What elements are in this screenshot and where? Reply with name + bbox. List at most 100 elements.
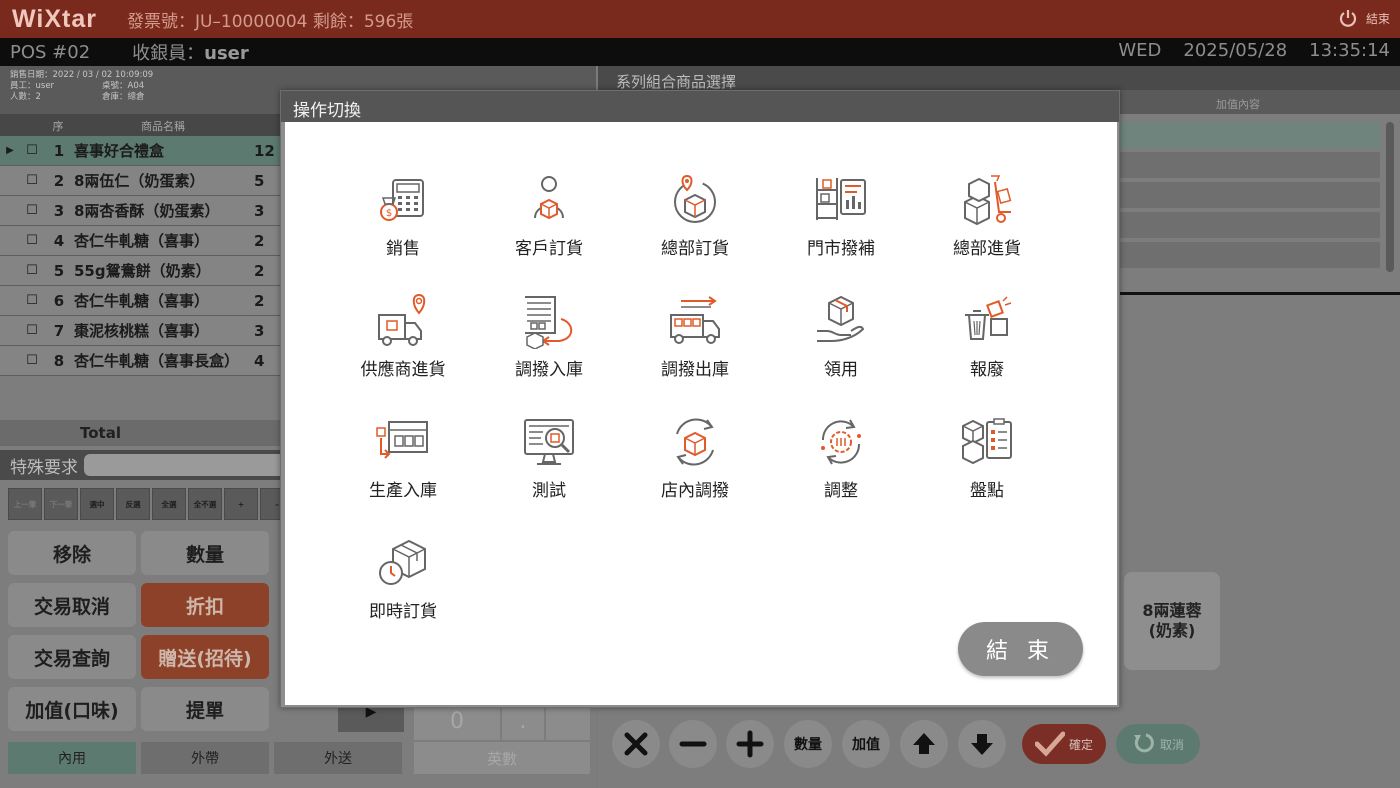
op-hq-purchase[interactable]: 總部進貨 [917,172,1057,272]
brand-logo: WiXtar [12,4,97,33]
op-transfer-out-label: 調撥出庫 [661,360,729,380]
alphanumeric-key[interactable]: 英數 [414,742,590,774]
cancel-transaction-button[interactable]: 交易取消 [8,583,136,627]
prev-row-button[interactable]: 上一筆 [8,488,42,520]
flavor-addon-button[interactable]: 加值(口味) [8,687,136,731]
customer-order-icon [534,176,564,220]
cashier-name: user [204,43,249,64]
list-item[interactable] [1118,212,1380,238]
select-button[interactable]: 選中 [80,488,114,520]
exit-button[interactable]: 結束 [1338,8,1390,28]
list-item[interactable] [1118,182,1380,208]
row-checkbox[interactable]: ☐ [20,143,44,158]
increment-button[interactable]: + [224,488,258,520]
move-up-button[interactable] [900,720,948,768]
row-checkbox[interactable]: ☐ [20,173,44,188]
row-pointer-icon: ▶ [6,145,14,156]
store-replenish-icon [816,178,866,220]
discount-button[interactable]: 折扣 [141,583,269,627]
op-production-in[interactable]: 生產入庫 [333,414,473,514]
query-transaction-button[interactable]: 交易查詢 [8,635,136,679]
instant-order-icon [379,539,426,585]
op-adjust-label: 調整 [824,481,858,501]
cancel-button[interactable]: 取消 [1116,724,1200,764]
op-scrap[interactable]: 報廢 [917,293,1057,393]
invert-select-button[interactable]: 反選 [116,488,150,520]
weekday: WED [1118,40,1162,61]
gift-button[interactable]: 贈送(招待) [141,635,269,679]
op-supplier-delivery[interactable]: 供應商進貨 [333,293,473,393]
pickup-button[interactable]: 提單 [141,687,269,731]
op-hq-order[interactable]: 總部訂貨 [625,172,765,272]
date: 2025/05/28 [1183,40,1288,61]
title-bar: WiXtar 發票號：JU–10000004 剩餘：596張 結束 [0,0,1400,38]
minus-icon [679,741,707,747]
takeout-tab[interactable]: 外帶 [141,742,269,774]
op-transfer-in[interactable]: 調撥入庫 [479,293,619,393]
list-item[interactable] [1118,242,1380,268]
product-card-label: 8兩蓮蓉 (奶素) [1142,601,1202,640]
remove-button[interactable]: 移除 [8,531,136,575]
op-instant-order[interactable]: 即時訂貨 [333,535,473,635]
delete-item-button[interactable] [612,720,660,768]
op-supplier-delivery-label: 供應商進貨 [360,360,446,380]
plus-button[interactable] [726,720,774,768]
close-dialog-button[interactable]: 結 束 [958,622,1083,676]
op-test[interactable]: 測試 [479,414,619,514]
sale-date: 銷售日期：2022 / 03 / 02 10:09:09 [10,70,154,80]
test-icon [524,419,574,465]
delivery-tab[interactable]: 外送 [274,742,402,774]
warehouse: 倉庫：總倉 [102,92,145,102]
operation-switch-dialog: 操作切換 $ 銷售 客戶訂貨 總部訂貨 門市撥補 總部進貨 供應商進貨 調撥入庫… [280,90,1120,708]
time: 13:35:14 [1309,40,1390,61]
scrollbar[interactable] [1386,122,1394,272]
quantity-button[interactable]: 數量 [141,531,269,575]
op-adjust[interactable]: 調整 [771,414,911,514]
op-store-replenish[interactable]: 門市撥補 [771,172,911,272]
confirm-button[interactable]: 確定 [1022,724,1106,764]
cashier-label: 收銀員： [132,43,205,64]
op-customer-order[interactable]: 客戶訂貨 [479,172,619,272]
guest-count: 人數：2 [10,92,41,102]
row-checkbox[interactable]: ☐ [20,293,44,308]
combo-quantity-button[interactable]: 數量 [784,720,832,768]
row-checkbox[interactable]: ☐ [20,233,44,248]
combo-addon-button[interactable]: 加值 [842,720,890,768]
transfer-in-icon [525,296,573,349]
undo-icon [1133,733,1154,753]
next-row-button[interactable]: 下一筆 [44,488,78,520]
dialog-body: $ 銷售 客戶訂貨 總部訂貨 門市撥補 總部進貨 供應商進貨 調撥入庫 調撥出庫… [285,122,1117,705]
op-sales-label: 銷售 [386,239,420,259]
arrow-down-icon [971,734,993,755]
select-all-button[interactable]: 全選 [152,488,186,520]
op-store-replenish-label: 門市撥補 [807,239,875,259]
minus-button[interactable] [669,720,717,768]
row-checkbox[interactable]: ☐ [20,263,44,278]
staff: 員工：user [10,81,55,91]
table-no: 桌號：A04 [102,81,145,91]
list-item[interactable] [1118,122,1380,148]
production-in-icon [376,421,428,459]
dine-in-tab[interactable]: 內用 [8,742,136,774]
op-transfer-out[interactable]: 調撥出庫 [625,293,765,393]
op-requisition[interactable]: 領用 [771,293,911,393]
list-item[interactable] [1118,152,1380,178]
op-sales[interactable]: $ 銷售 [333,172,473,272]
row-checkbox[interactable]: ☐ [20,353,44,368]
op-production-in-label: 生產入庫 [369,481,437,501]
combo-panel-title: 系列組合商品選擇 [598,66,1400,91]
adjust-icon [821,419,861,465]
move-down-button[interactable] [958,720,1006,768]
select-none-button[interactable]: 全不選 [188,488,222,520]
col-seq: 序 [52,120,64,133]
op-stocktake[interactable]: 盤點 [917,414,1057,514]
product-card[interactable]: 8兩蓮蓉 (奶素) [1124,572,1220,670]
op-in-store-transfer[interactable]: 店內調撥 [625,414,765,514]
op-transfer-in-label: 調撥入庫 [515,360,583,380]
row-checkbox[interactable]: ☐ [20,203,44,218]
row-tools: 上一筆 下一筆 選中 反選 全選 全不選 + – [8,488,294,520]
scrap-icon [965,296,1012,340]
requisition-icon [817,295,865,342]
row-checkbox[interactable]: ☐ [20,323,44,338]
cancel-label: 取消 [1159,737,1184,752]
